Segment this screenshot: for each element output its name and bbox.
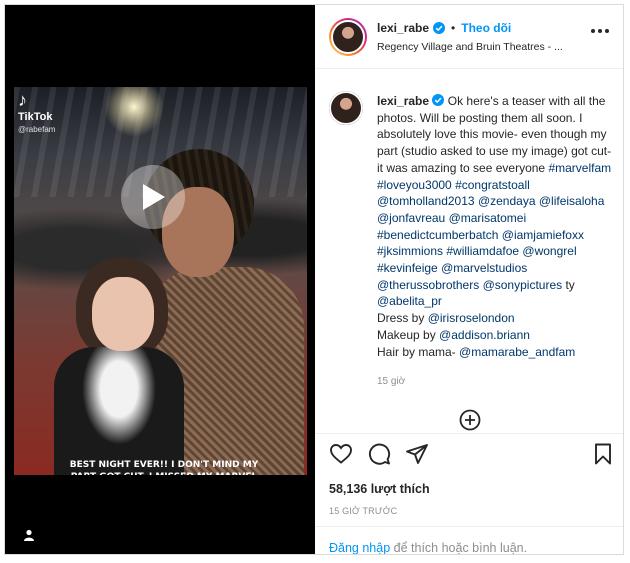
ty-link[interactable]: @abelita_pr	[377, 294, 442, 308]
caption-tag-link[interactable]: @lifeisaloha	[539, 194, 605, 208]
action-icons-row	[329, 442, 619, 472]
hair-text: Hair by mama-	[377, 344, 456, 359]
likes-count[interactable]: 58,136 lượt thích	[329, 482, 430, 496]
girl-face	[92, 277, 154, 351]
caption-tag-link[interactable]: #congratstoall	[455, 178, 530, 192]
caption-time[interactable]: 15 giờ	[377, 376, 405, 387]
dress-text: Dress by	[377, 311, 425, 326]
share-paperplane-icon[interactable]	[405, 442, 429, 466]
post-header: lexi_rabe • Theo dõi Regency Village and…	[315, 5, 623, 69]
post-actions: 58,136 lượt thích 15 GIỜ TRƯỚC Đăng nhập…	[315, 433, 623, 555]
caption-verified-icon	[432, 94, 445, 106]
comment-bubble-icon[interactable]	[367, 442, 391, 466]
girl-dress	[54, 347, 184, 475]
play-icon	[143, 184, 165, 210]
caption-tag-link[interactable]: #marvelfam	[548, 161, 611, 175]
login-prompt-text: để thích hoặc bình luận.	[393, 541, 528, 555]
hair-link[interactable]: @mamarabe_andfam	[459, 345, 575, 359]
login-link[interactable]: Đăng nhập	[329, 541, 390, 554]
separator-dot: •	[451, 21, 456, 35]
location-link[interactable]: Regency Village and Bruin Theatres - ...	[377, 41, 563, 53]
header-username[interactable]: lexi_rabe	[377, 21, 429, 35]
more-options-icon[interactable]	[591, 29, 609, 35]
ty-text: ty	[565, 277, 575, 292]
video-caption: BEST NIGHT EVER!! I DON'T MIND MY PART G…	[69, 460, 259, 475]
caption-tag-link[interactable]: @iamjamiefoxx	[502, 228, 584, 242]
user-tag-icon[interactable]	[23, 529, 35, 541]
play-button[interactable]	[121, 165, 185, 229]
header-avatar[interactable]	[329, 18, 367, 56]
instagram-post-window: ♪ TikTok @rabefam BEST NIGHT EVER!! I DO…	[4, 4, 624, 555]
like-heart-icon[interactable]	[329, 442, 353, 466]
login-prompt: Đăng nhập để thích hoặc bình luận.	[315, 526, 623, 555]
makeup-link[interactable]: @addison.briann	[439, 328, 530, 342]
caption-tag-link[interactable]: @sonypictures	[483, 278, 563, 292]
caption-tag-link[interactable]: @marvelstudios	[441, 261, 527, 275]
caption-tag-link[interactable]: #benedictcumberbatch	[377, 228, 498, 242]
caption-tag-link[interactable]: @marisatomei	[449, 211, 527, 225]
post-photo: ♪ TikTok @rabefam BEST NIGHT EVER!! I DO…	[14, 87, 307, 475]
caption-tag-link[interactable]: @jonfavreau	[377, 211, 445, 225]
caption-username[interactable]: lexi_rabe	[377, 94, 429, 108]
caption-tag-link[interactable]: #loveyou3000	[377, 178, 452, 192]
caption-tag-link[interactable]: #jksimmions	[377, 244, 443, 258]
caption-avatar[interactable]	[329, 91, 363, 125]
verified-badge-icon	[433, 22, 446, 34]
post-media[interactable]: ♪ TikTok @rabefam BEST NIGHT EVER!! I DO…	[5, 5, 315, 554]
makeup-text: Makeup by	[377, 327, 436, 342]
post-timestamp[interactable]: 15 GIỜ TRƯỚC	[329, 506, 397, 516]
tiktok-handle: @rabefam	[18, 125, 56, 134]
caption-tag-link[interactable]: @therussobrothers	[377, 278, 479, 292]
caption-tag-link[interactable]: #williamdafoe	[446, 244, 519, 258]
post-side-panel: lexi_rabe • Theo dõi Regency Village and…	[315, 5, 623, 555]
tiktok-brand: TikTok	[18, 111, 53, 123]
caption-body: lexi_rabe Ok here's a teaser with all th…	[377, 93, 615, 360]
save-bookmark-icon[interactable]	[591, 442, 615, 466]
dress-link[interactable]: @irisroselondon	[428, 311, 515, 325]
caption-tag-link[interactable]: #kevinfeige	[377, 261, 438, 275]
follow-button[interactable]: Theo dõi	[461, 21, 511, 35]
header-user-row: lexi_rabe • Theo dõi	[377, 21, 511, 35]
tiktok-icon: ♪	[18, 90, 27, 110]
add-circle-icon[interactable]	[459, 409, 481, 431]
tiktok-watermark: ♪ TikTok @rabefam	[18, 91, 55, 136]
caption-tag-link[interactable]: @zendaya	[478, 194, 536, 208]
caption-tag-link[interactable]: @wongrel	[522, 244, 576, 258]
caption-tag-link[interactable]: @tomholland2013	[377, 194, 475, 208]
caption-tags: #marvelfam #loveyou3000 #congratstoall @…	[377, 161, 611, 292]
